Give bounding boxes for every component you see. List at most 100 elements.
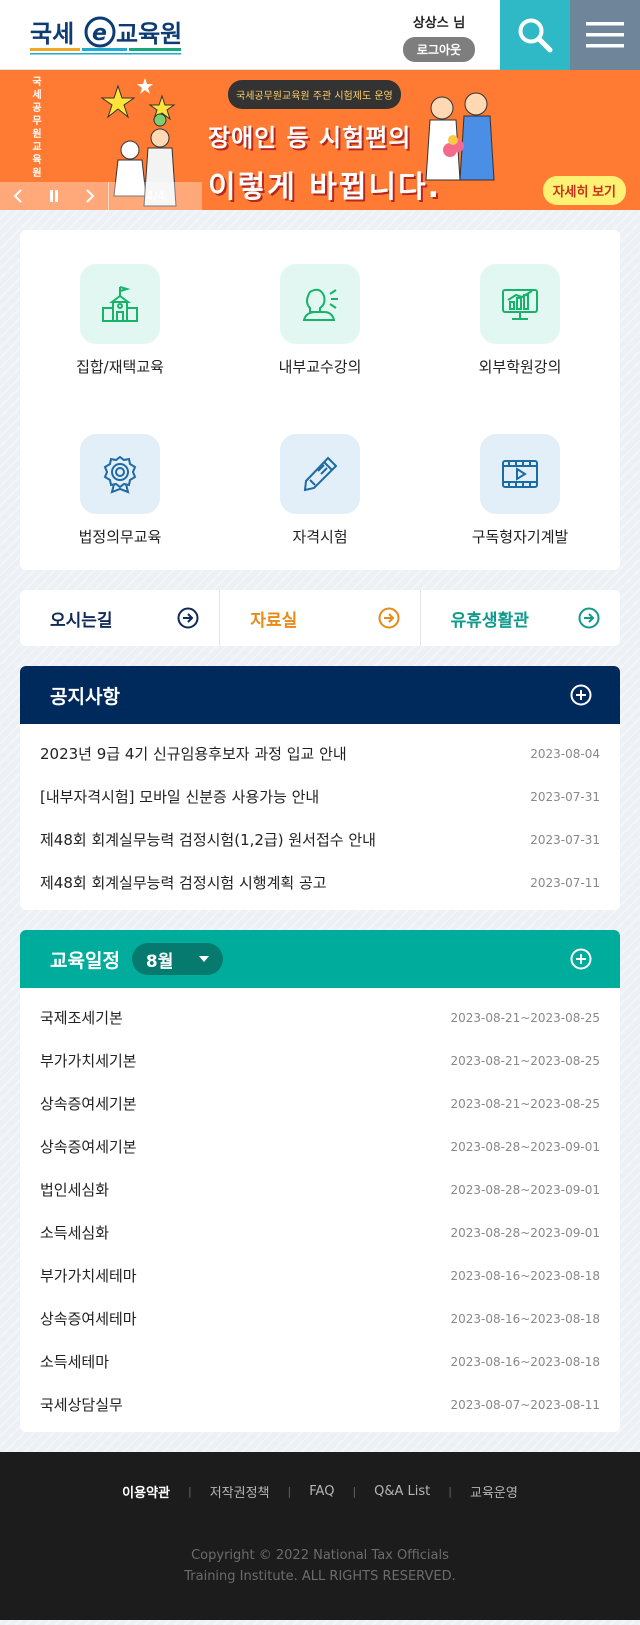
schedule-panel: 교육일정 8월 국제조세기본 2023-08-21~2023-08-25 부가가…: [20, 930, 620, 1432]
course-title: 소득세심화: [40, 1224, 110, 1242]
schedule-row[interactable]: 법인세심화 2023-08-28~2023-09-01: [20, 1168, 620, 1211]
video-play-icon: [502, 460, 538, 488]
notice-row[interactable]: 제48회 회계실무능력 검정시험 시행계획 공고 2023-07-11: [20, 861, 620, 904]
hamburger-menu-icon: [586, 22, 624, 48]
banner-controls: 4/4: [0, 182, 202, 210]
quick-icon-box: [480, 434, 560, 514]
footer-separator: |: [352, 1485, 357, 1498]
link-directions[interactable]: 오시는길: [20, 590, 221, 646]
quick-menu-label: 내부교수강의: [278, 358, 362, 376]
banner-prev-button[interactable]: [0, 182, 36, 210]
course-title: 부가가치세기본: [40, 1052, 137, 1070]
notice-title: [내부자격시험] 모바일 신분증 사용가능 안내: [40, 788, 320, 806]
quick-icon-box: [480, 264, 560, 344]
schedule-row[interactable]: 소득세테마 2023-08-16~2023-08-18: [20, 1340, 620, 1383]
schedule-panel-header: 교육일정 8월: [20, 930, 620, 988]
notice-row[interactable]: [내부자격시험] 모바일 신분증 사용가능 안내 2023-07-31: [20, 775, 620, 818]
copyright-line-2: Training Institute. ALL RIGHTS RESERVED.: [184, 1569, 456, 1584]
month-select[interactable]: 8월: [131, 943, 224, 975]
plus-circle-icon[interactable]: [570, 684, 592, 706]
quick-menu-label: 자격시험: [292, 528, 348, 546]
plus-circle-icon[interactable]: [570, 948, 592, 970]
svg-text:e: e: [92, 21, 107, 46]
notice-row[interactable]: 2023년 9급 4기 신규임용후보자 과정 입교 안내 2023-08-04: [20, 732, 620, 775]
footer-link-qa-list[interactable]: Q&A List: [374, 1484, 430, 1499]
notice-panel: 공지사항 2023년 9급 4기 신규임용후보자 과정 입교 안내 2023-0…: [20, 666, 620, 910]
schedule-row[interactable]: 국세상담실무 2023-08-07~2023-08-11: [20, 1383, 620, 1426]
search-button[interactable]: [500, 0, 570, 70]
notice-date: 2023-07-11: [530, 875, 600, 890]
course-date: 2023-08-21~2023-08-25: [450, 1096, 600, 1111]
quick-menu-item-subscription-development[interactable]: 구독형자기계발: [420, 400, 620, 570]
footer-link-faq[interactable]: FAQ: [309, 1484, 334, 1499]
monitor-chart-icon: [502, 289, 538, 320]
svg-text:교육원: 교육원: [116, 20, 182, 48]
search-icon: [518, 18, 553, 53]
logout-button[interactable]: 로그아웃: [402, 37, 476, 62]
course-title: 소득세테마: [40, 1353, 110, 1371]
quick-menu-item-qualification-exam[interactable]: 자격시험: [220, 400, 420, 570]
quick-icon-box: [280, 434, 360, 514]
lecturer-icon: [302, 288, 338, 321]
notice-row[interactable]: 제48회 회계실무능력 검정시험(1,2급) 원서접수 안내 2023-07-3…: [20, 818, 620, 861]
pencil-icon: [303, 456, 338, 492]
course-date: 2023-08-28~2023-09-01: [450, 1225, 600, 1240]
quick-menu-label: 구독형자기계발: [471, 528, 569, 546]
schedule-row[interactable]: 부가가치세기본 2023-08-21~2023-08-25: [20, 1039, 620, 1082]
quick-links-bar: 오시는길 자료실 유휴생활관: [20, 590, 620, 646]
footer-link-terms[interactable]: 이용약관: [122, 1482, 170, 1501]
course-date: 2023-08-28~2023-09-01: [450, 1182, 600, 1197]
notice-list: 2023년 9급 4기 신규임용후보자 과정 입교 안내 2023-08-04 …: [20, 724, 620, 910]
course-title: 국세상담실무: [40, 1396, 123, 1414]
schedule-row[interactable]: 소득세심화 2023-08-28~2023-09-01: [20, 1211, 620, 1254]
course-date: 2023-08-16~2023-08-18: [450, 1354, 600, 1369]
chevron-right-icon: [86, 189, 95, 203]
arrow-circle-right-icon: [177, 607, 199, 629]
quick-menu-item-mandatory-education[interactable]: 법정의무교육: [20, 400, 220, 570]
quick-icon-box: [80, 434, 160, 514]
quick-menu-label: 집합/재택교육: [76, 358, 164, 376]
quick-menu-label: 외부학원강의: [478, 358, 562, 376]
quick-menu-item-internal-lecture[interactable]: 내부교수강의: [220, 230, 420, 400]
footer-links: 이용약관 | 저작권정책 | FAQ | Q&A List | 교육운영: [0, 1482, 640, 1501]
month-select-value: 8월: [145, 951, 174, 972]
notice-date: 2023-07-31: [530, 832, 600, 847]
footer-link-education-operation[interactable]: 교육운영: [470, 1482, 518, 1501]
quick-menu-item-external-lecture[interactable]: 외부학원강의: [420, 230, 620, 400]
notice-title: 제48회 회계실무능력 검정시험(1,2급) 원서접수 안내: [40, 831, 376, 849]
menu-button[interactable]: [570, 0, 640, 70]
svg-text:국세: 국세: [30, 20, 74, 48]
link-resources[interactable]: 자료실: [220, 590, 421, 646]
schedule-row[interactable]: 상속증여세기본 2023-08-28~2023-09-01: [20, 1125, 620, 1168]
promo-banner[interactable]: 국세공무원교육원 국세공무원교육원 주관 시험제도 운영 장애인 등 시험편의 …: [0, 70, 640, 210]
course-date: 2023-08-16~2023-08-18: [450, 1311, 600, 1326]
award-badge-icon: [103, 455, 137, 494]
course-date: 2023-08-21~2023-08-25: [450, 1010, 600, 1025]
link-recreation-facility[interactable]: 유휴생활관: [421, 590, 620, 646]
copyright-line-1: Copyright © 2022 National Tax Officials: [191, 1548, 449, 1563]
footer-separator: |: [188, 1485, 192, 1498]
schedule-row[interactable]: 국제조세기본 2023-08-21~2023-08-25: [20, 996, 620, 1039]
footer-separator: |: [287, 1485, 292, 1498]
caret-down-icon: [199, 956, 210, 962]
site-logo[interactable]: 국세 e 교육원: [30, 12, 190, 58]
course-title: 상속증여세테마: [40, 1310, 137, 1328]
banner-headline-1: 장애인 등 시험편의: [208, 124, 412, 152]
footer-separator: |: [448, 1485, 452, 1498]
link-label: 자료실: [250, 610, 298, 631]
site-header: 국세 e 교육원 상상스 님 로그아웃: [0, 0, 640, 70]
notice-date: 2023-07-31: [530, 789, 600, 804]
banner-pause-button[interactable]: [36, 182, 72, 210]
banner-more-button[interactable]: 자세히 보기: [542, 176, 626, 205]
course-date: 2023-08-28~2023-09-01: [450, 1139, 600, 1154]
course-date: 2023-08-16~2023-08-18: [450, 1268, 600, 1283]
course-title: 국제조세기본: [40, 1009, 123, 1027]
logo-graphic: 국세 e 교육원: [30, 16, 182, 55]
quick-menu-item-group-education[interactable]: 집합/재택교육: [20, 230, 220, 400]
chevron-left-icon: [13, 189, 22, 203]
banner-next-button[interactable]: [72, 182, 108, 210]
footer-link-copyright-policy[interactable]: 저작권정책: [210, 1482, 270, 1501]
schedule-row[interactable]: 상속증여세기본 2023-08-21~2023-08-25: [20, 1082, 620, 1125]
schedule-row[interactable]: 상속증여세테마 2023-08-16~2023-08-18: [20, 1297, 620, 1340]
schedule-row[interactable]: 부가가치세테마 2023-08-16~2023-08-18: [20, 1254, 620, 1297]
